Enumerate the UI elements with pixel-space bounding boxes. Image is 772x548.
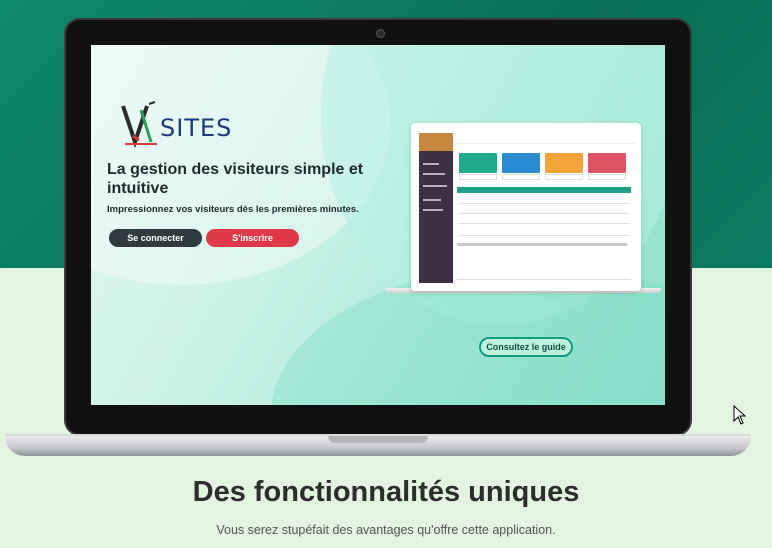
preview-avatar <box>419 133 453 151</box>
preview-tile-footer <box>459 174 497 180</box>
dashboard-preview <box>411 123 641 291</box>
preview-tile-footer <box>502 174 540 180</box>
preview-table-line <box>459 203 629 204</box>
laptop-notch <box>328 436 428 443</box>
preview-tile-footer <box>588 174 626 180</box>
preview-footer-line <box>457 279 631 280</box>
preview-sidebar-item <box>423 173 445 175</box>
preview-tile <box>502 153 540 173</box>
preview-table-line <box>459 223 629 224</box>
guide-button[interactable]: Consultez le guide <box>479 337 573 357</box>
preview-sidebar <box>419 133 453 283</box>
preview-tile <box>545 153 583 173</box>
login-button[interactable]: Se connecter <box>109 229 202 247</box>
camera-icon <box>376 29 385 38</box>
preview-sidebar-item <box>423 199 441 201</box>
preview-table-header <box>457 187 631 193</box>
logo-wordmark: SITES <box>160 114 233 142</box>
features-subtitle: Vous serez stupéfait des avantages qu'of… <box>216 523 556 537</box>
preview-scrollbar <box>457 243 627 246</box>
preview-topbar <box>455 133 635 144</box>
preview-table-line <box>459 213 629 214</box>
preview-sidebar-item <box>423 185 447 187</box>
preview-sidebar-item <box>423 209 443 211</box>
features-title: Des fonctionnalités uniques <box>192 476 580 508</box>
preview-tile-footer <box>545 174 583 180</box>
hero-headline: La gestion des visiteurs simple et intui… <box>107 161 364 197</box>
preview-sidebar-item <box>423 163 439 165</box>
preview-tile <box>588 153 626 173</box>
hero-subline: Impressionnez vos visiteurs dès les prem… <box>107 204 359 215</box>
signup-button[interactable]: S'inscrire <box>206 229 299 247</box>
preview-tile <box>459 153 497 173</box>
mouse-cursor-icon <box>733 405 747 425</box>
preview-table-line <box>459 235 629 236</box>
